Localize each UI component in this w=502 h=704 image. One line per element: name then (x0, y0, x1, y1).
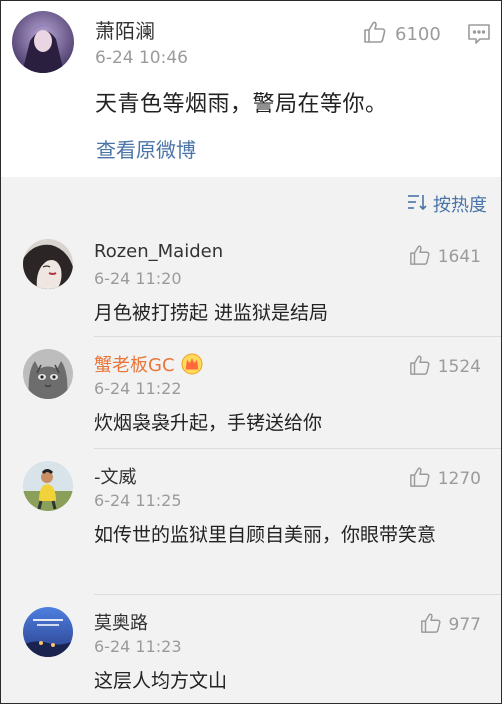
like-button[interactable]: 6100 (363, 21, 441, 47)
thumbs-up-icon (409, 244, 431, 270)
like-count: 6100 (395, 23, 441, 45)
view-original-weibo-link[interactable]: 查看原微博 (96, 134, 196, 163)
list-item: -文威 6-24 11:25 1270 如传世的监狱里自顾自美丽，你眼带笑意 (1, 449, 501, 595)
list-item: 莫奥路 6-24 11:23 977 这层人均方文山 (1, 595, 501, 703)
timestamp: 6-24 11:20 (94, 269, 182, 288)
thumbs-up-icon (409, 466, 431, 492)
comment-text: 天青色等烟雨，警局在等你。 (95, 92, 388, 117)
username[interactable]: Rozen_Maiden (94, 241, 223, 262)
reply-list: Rozen_Maiden 6-24 11:20 1641 月色被打捞起 进监狱是… (1, 227, 501, 703)
username[interactable]: 萧陌澜 (95, 15, 155, 44)
timestamp: 6-24 11:22 (94, 379, 182, 398)
like-count: 1270 (437, 469, 481, 489)
reply-text: 炊烟袅袅升起，手铐送给你 (94, 412, 323, 434)
sort-bar: 按热度 (1, 177, 501, 227)
like-button[interactable]: 1270 (409, 466, 481, 492)
username[interactable]: -文威 (94, 463, 137, 489)
username-text[interactable]: 蟹老板GC (94, 355, 175, 376)
thumbs-up-icon (409, 354, 431, 380)
list-item: 蟹老板GC 6-24 11:22 1524 炊烟袅袅升起，手铐送给你 (1, 337, 501, 449)
timestamp: 6-24 10:46 (95, 48, 188, 68)
like-count: 1641 (437, 247, 481, 267)
avatar[interactable] (12, 11, 74, 73)
reply-text: 这层人均方文山 (94, 670, 228, 692)
thumbs-up-icon (420, 612, 442, 638)
like-button[interactable]: 1524 (409, 354, 481, 380)
username[interactable]: 莫奥路 (94, 609, 148, 635)
like-count: 977 (448, 615, 481, 635)
timestamp: 6-24 11:23 (94, 637, 182, 656)
main-comment: 萧陌澜 6-24 10:46 6100 天青色等烟雨，警局在等你。 查看原微博 (1, 1, 501, 177)
sort-by-hot-button[interactable]: 按热度 (407, 191, 487, 217)
avatar[interactable] (23, 607, 73, 657)
like-count: 1524 (437, 357, 481, 377)
sort-label: 按热度 (433, 195, 487, 216)
avatar[interactable] (23, 239, 73, 289)
avatar[interactable] (23, 349, 73, 399)
thumbs-up-icon (363, 20, 387, 48)
comment-page: 萧陌澜 6-24 10:46 6100 天青色等烟雨，警局在等你。 查看原微博 (0, 0, 502, 704)
sort-icon (407, 193, 433, 216)
list-item: Rozen_Maiden 6-24 11:20 1641 月色被打捞起 进监狱是… (1, 227, 501, 337)
reply-text: 如传世的监狱里自顾自美丽，你眼带笑意 (94, 524, 437, 546)
username[interactable]: 蟹老板GC (94, 351, 203, 380)
like-button[interactable]: 977 (420, 612, 481, 638)
crown-icon (181, 353, 203, 380)
reply-text: 月色被打捞起 进监狱是结局 (94, 302, 329, 324)
comment-reply-icon[interactable] (467, 22, 491, 46)
like-button[interactable]: 1641 (409, 244, 481, 270)
timestamp: 6-24 11:25 (94, 491, 182, 510)
avatar[interactable] (23, 461, 73, 511)
